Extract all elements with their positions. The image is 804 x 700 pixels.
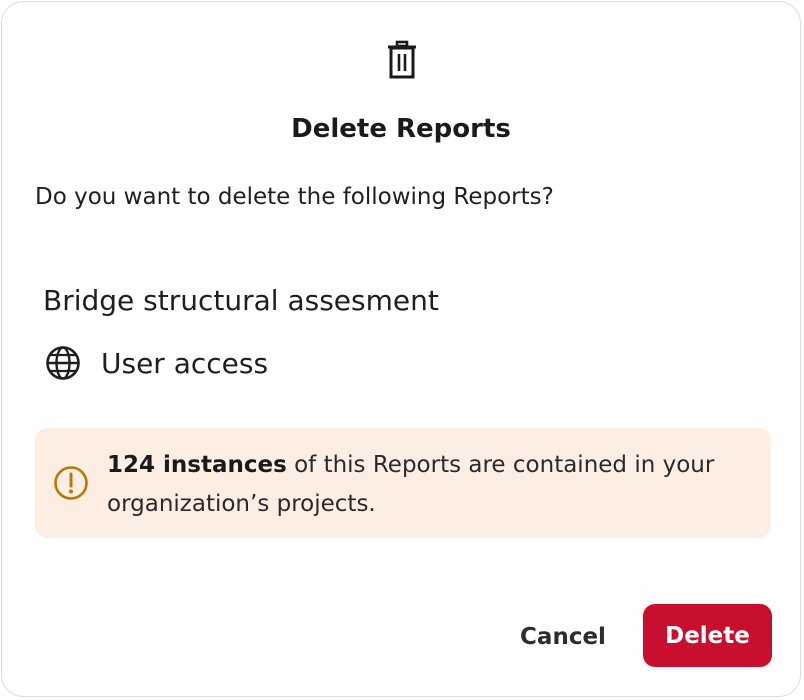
dialog-title: Delete Reports <box>291 114 511 144</box>
cancel-button[interactable]: Cancel <box>507 607 619 667</box>
warning-banner: 124 instances of this Reports are contai… <box>35 428 771 538</box>
delete-button[interactable]: Delete <box>643 604 772 667</box>
access-row: User access <box>45 345 268 381</box>
globe-icon <box>46 346 80 380</box>
warning-count: 124 instances <box>107 452 287 478</box>
report-name: Bridge structural assesment <box>43 284 439 317</box>
dialog-question: Do you want to delete the following Repo… <box>35 184 554 210</box>
trash-icon <box>388 40 416 79</box>
warning-circle-icon <box>54 466 88 500</box>
delete-reports-dialog: Delete Reports Do you want to delete the… <box>1 1 801 697</box>
warning-text: 124 instances of this Reports are contai… <box>107 446 757 524</box>
access-label: User access <box>101 346 269 380</box>
